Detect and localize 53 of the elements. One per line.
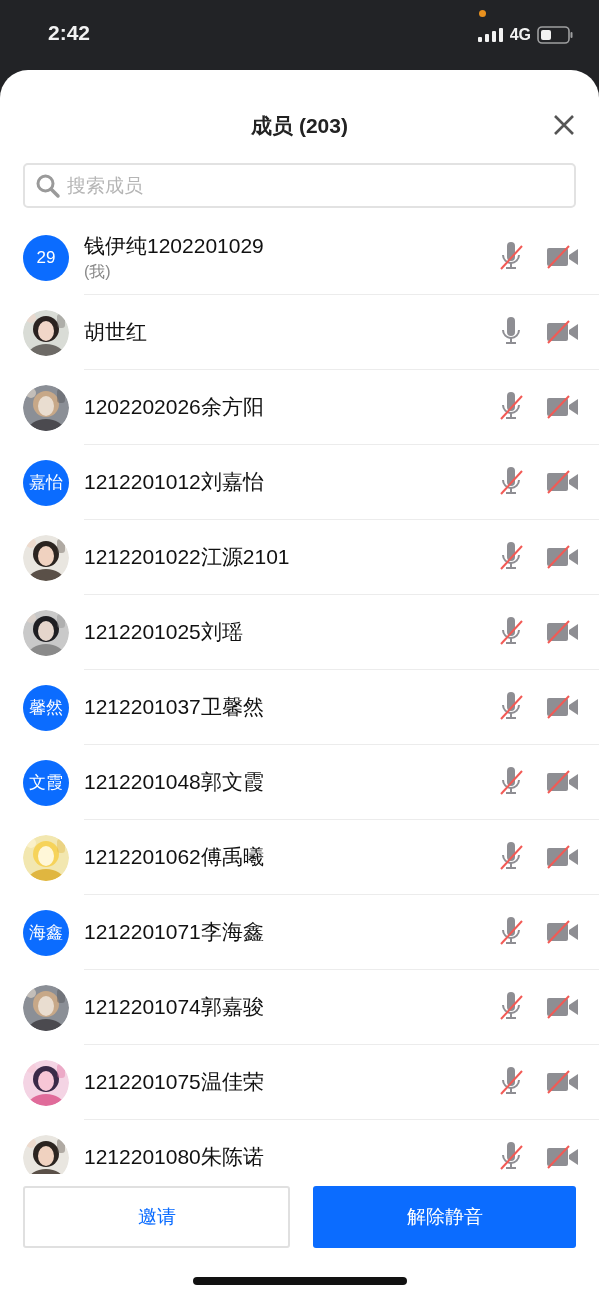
muted-microphone-icon[interactable] bbox=[498, 917, 524, 947]
member-name: 钱伊纯1202201029 bbox=[84, 232, 265, 259]
member-name: 1212201062傅禹曦 bbox=[84, 844, 265, 870]
camera-off-icon[interactable] bbox=[546, 695, 579, 719]
muted-microphone-icon[interactable] bbox=[498, 692, 524, 722]
muted-microphone-icon[interactable] bbox=[498, 1142, 524, 1172]
search-field[interactable]: 搜索成员 bbox=[23, 163, 576, 208]
camera-off-icon[interactable] bbox=[546, 395, 579, 419]
close-icon[interactable] bbox=[553, 114, 575, 136]
unmute-button[interactable]: 解除静音 bbox=[313, 1186, 576, 1248]
camera-off-icon[interactable] bbox=[546, 845, 579, 869]
sheet-title: 成员 (203) bbox=[251, 113, 348, 139]
member-name: 1212201075温佳荣 bbox=[84, 1069, 265, 1095]
member-name: 1212201025刘瑶 bbox=[84, 619, 244, 645]
camera-off-icon[interactable] bbox=[546, 245, 579, 269]
member-name: 1212201037卫馨然 bbox=[84, 694, 265, 720]
camera-off-icon[interactable] bbox=[546, 1145, 579, 1169]
avatar-initials: 海鑫 bbox=[23, 909, 69, 956]
member-name: 1212201012刘嘉怡 bbox=[84, 469, 265, 495]
member-name: 1212201074郭嘉骏 bbox=[84, 994, 265, 1020]
muted-microphone-icon[interactable] bbox=[498, 842, 524, 872]
muted-microphone-icon[interactable] bbox=[498, 242, 524, 272]
invite-button[interactable]: 邀请 bbox=[23, 1186, 290, 1248]
member-name: 1212201071李海鑫 bbox=[84, 919, 265, 945]
battery-icon bbox=[537, 26, 573, 44]
camera-off-icon[interactable] bbox=[546, 470, 579, 494]
avatar-initials: 文霞 bbox=[23, 759, 69, 806]
camera-off-icon[interactable] bbox=[546, 770, 579, 794]
camera-off-icon[interactable] bbox=[546, 620, 579, 644]
member-name: 1212201080朱陈诺 bbox=[84, 1144, 265, 1170]
member-name: 1212201022江源2101 bbox=[84, 544, 291, 570]
muted-microphone-icon[interactable] bbox=[498, 542, 524, 572]
muted-microphone-icon[interactable] bbox=[498, 992, 524, 1022]
muted-microphone-icon[interactable] bbox=[498, 617, 524, 647]
camera-off-icon[interactable] bbox=[546, 995, 579, 1019]
camera-off-icon[interactable] bbox=[546, 320, 579, 344]
avatar-initials: 嘉怡 bbox=[23, 459, 69, 506]
muted-microphone-icon[interactable] bbox=[498, 1067, 524, 1097]
member-name: 胡世红 bbox=[84, 319, 148, 345]
member-name: 1202202026余方阳 bbox=[84, 394, 265, 420]
network-label: 4G bbox=[509, 26, 531, 44]
signal-icon bbox=[477, 28, 504, 42]
muted-microphone-icon[interactable] bbox=[498, 392, 524, 422]
member-name: 1212201048郭文霞 bbox=[84, 769, 265, 795]
clock-time: 2:42 bbox=[48, 21, 92, 46]
self-note: (我) bbox=[84, 261, 112, 282]
camera-off-icon[interactable] bbox=[546, 920, 579, 944]
muted-microphone-icon[interactable] bbox=[498, 767, 524, 797]
muted-microphone-icon[interactable] bbox=[498, 467, 524, 497]
camera-off-icon[interactable] bbox=[546, 545, 579, 569]
camera-off-icon[interactable] bbox=[546, 1070, 579, 1094]
avatar-initials: 29 bbox=[23, 234, 69, 281]
avatar-initials: 馨然 bbox=[23, 684, 69, 731]
